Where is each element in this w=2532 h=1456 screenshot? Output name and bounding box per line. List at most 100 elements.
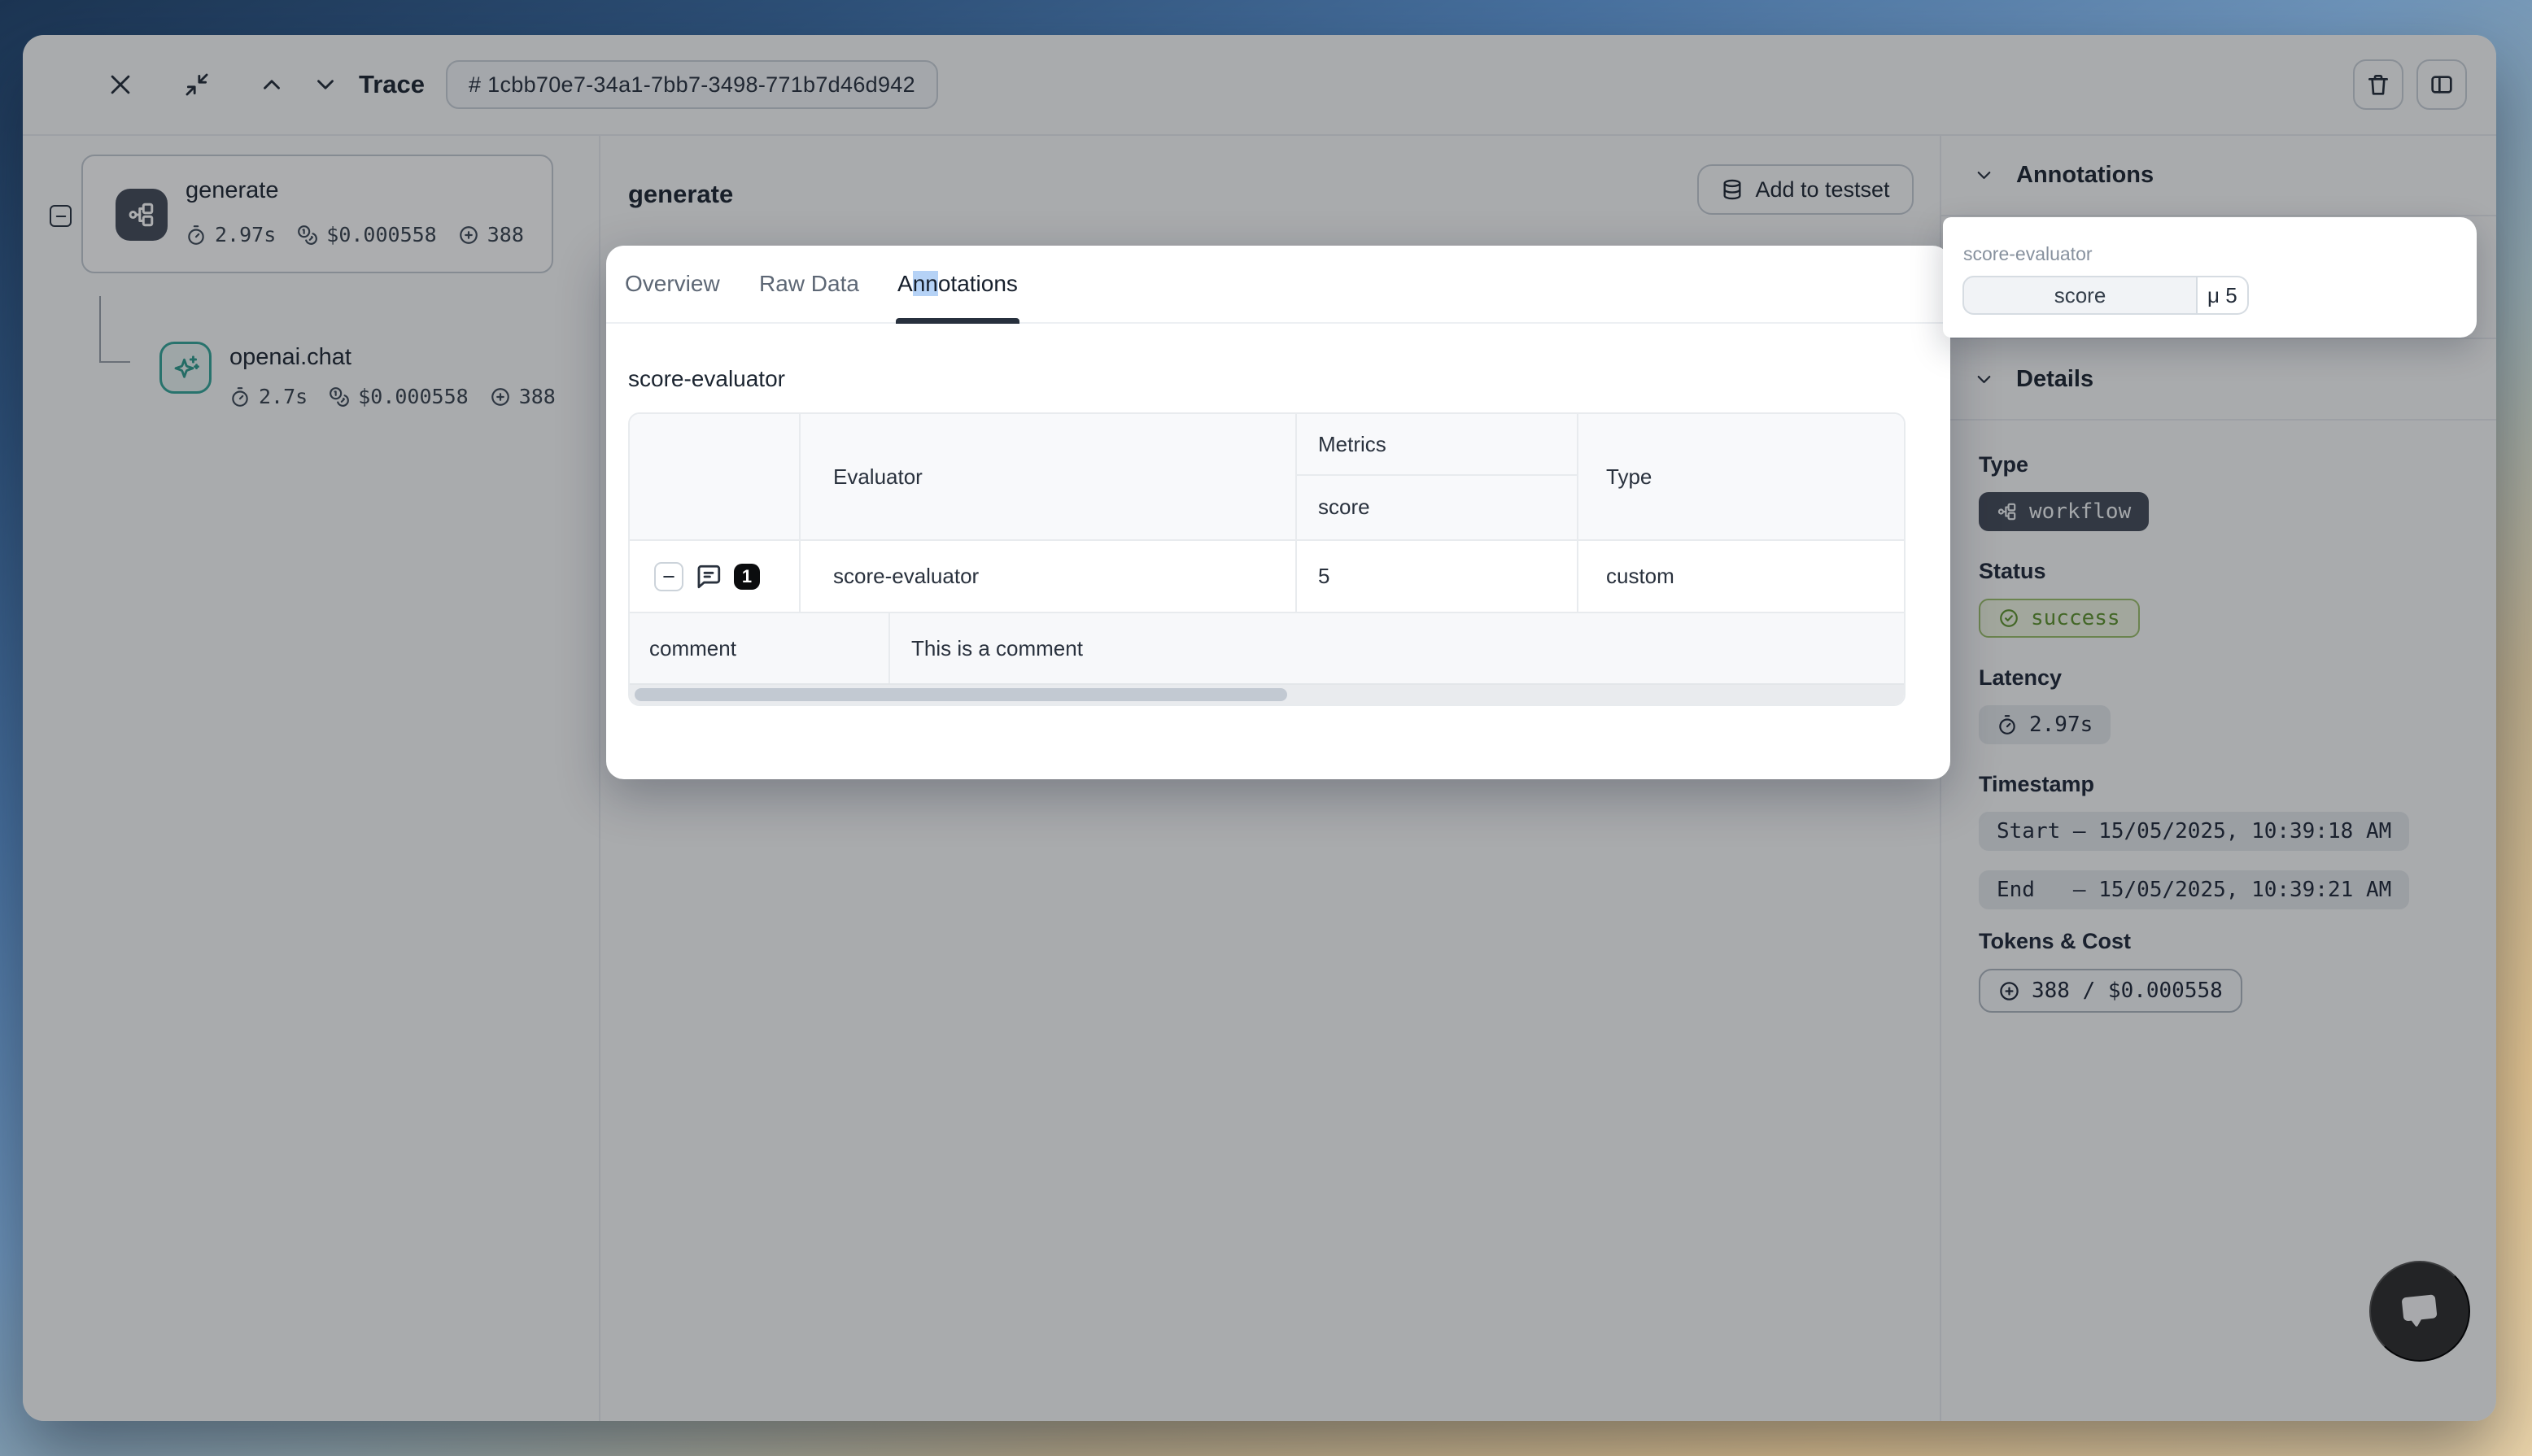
span-cost: $0.000558 [326,223,436,246]
collapse-row-toggle[interactable] [654,562,683,591]
horizontal-scrollbar[interactable] [630,683,1904,704]
header-actions [2353,59,2467,110]
annotation-evaluator-label: score-evaluator [1963,243,2093,265]
delete-trace-button[interactable] [2353,59,2403,110]
plus-circle-icon [1998,980,2020,1002]
prev-span-button[interactable] [253,66,290,103]
tab-annotations-text: A [897,271,913,296]
chat-bubble-icon [2393,1284,2447,1338]
add-to-testset-label: Add to testset [1755,177,1889,203]
status-value: success [2031,606,2120,630]
tab-annotations[interactable]: Annotations [897,271,1018,297]
tokens-cost-badge: 388 / $0.000558 [1979,969,2242,1013]
span-stats: 2.7s $0.000558 388 [229,385,556,408]
next-span-button[interactable] [307,66,344,103]
chevron-down-icon [1973,164,1995,186]
table-header: Evaluator Metrics score Type [630,414,1904,539]
metrics-group-label: Metrics [1297,414,1577,476]
trash-icon [2365,72,2391,98]
annotations-table: Evaluator Metrics score Type 1 score-eva… [628,412,1906,706]
workflow-icon [1997,501,2018,522]
comment-icon[interactable] [695,563,722,591]
details-content: Type workflow Status success Latency 2.9… [1941,421,2496,1013]
plus-circle-icon [490,386,511,408]
span-detail-dialog: Overview Raw Data Annotations score-eval… [606,246,1950,779]
timer-icon [1997,714,2018,735]
collapse-button[interactable] [178,66,216,103]
workflow-icon [116,189,168,241]
panel-layout-icon [2429,72,2455,98]
trace-id-badge: # 1cbb70e7-34a1-7bb7-3498-771b7d46d942 [446,60,938,109]
latency-badge: 2.97s [1979,705,2111,744]
metric-aggregate: μ 5 [2198,276,2249,315]
span-card-generate[interactable]: generate 2.97s $0.000558 388 [81,155,553,273]
add-to-testset-button[interactable]: Add to testset [1697,164,1914,215]
active-tab-indicator [896,318,1019,324]
chevron-down-icon [312,71,339,98]
header-cell-evaluator: Evaluator [801,414,1297,539]
plus-circle-icon [458,225,479,246]
coins-icon [329,386,350,408]
span-latency: 2.97s [215,223,276,246]
comment-value: This is a comment [890,613,1904,683]
comment-row: comment This is a comment [630,612,1904,683]
span-tokens: 388 [519,385,556,408]
chevron-up-icon [258,71,286,98]
span-tokens: 388 [487,223,524,246]
cell-score: 5 [1297,541,1578,612]
header-cell-type: Type [1578,414,1904,539]
evaluator-heading: score-evaluator [628,368,785,390]
tree-connector [99,296,101,363]
close-button[interactable] [102,66,139,103]
tab-annotations-selected-text: nn [913,271,938,296]
timer-icon [186,225,207,246]
minus-icon [54,209,68,224]
annotations-section-title: Annotations [2016,162,2154,189]
span-cost: $0.000558 [358,385,468,408]
metric-name-label: score [1297,476,1577,538]
tree-connector [99,361,130,363]
tab-raw-data[interactable]: Raw Data [759,271,859,297]
tab-bar: Overview Raw Data Annotations [606,246,1950,324]
page-title: Trace [359,70,425,99]
drawer-header: Trace # 1cbb70e7-34a1-7bb7-3498-771b7d46… [23,35,2496,136]
comment-count-badge: 1 [734,564,760,590]
type-label: Type [1979,452,2472,477]
toggle-panel-button[interactable] [2416,59,2467,110]
database-icon [1721,178,1744,201]
trace-tree-panel: generate 2.97s $0.000558 388 openai.chat… [23,136,600,1421]
tab-overview[interactable]: Overview [625,271,720,297]
span-name: generate [186,177,279,204]
minimize-icon [183,71,211,98]
span-detail-title: generate [628,176,733,213]
cell-type: custom [1578,541,1904,612]
tokens-cost-value: 388 / $0.000558 [2032,979,2223,1003]
tokens-cost-label: Tokens & Cost [1979,929,2472,954]
tree-collapse-toggle[interactable] [50,205,72,227]
timer-icon [229,386,251,408]
metric-name: score [1962,276,2198,315]
type-badge: workflow [1979,492,2149,531]
header-cell-metrics: Metrics score [1297,414,1578,539]
status-label: Status [1979,559,2472,584]
tab-annotations-text: otations [938,271,1018,296]
cell-evaluator: score-evaluator [801,541,1297,612]
timestamp-label: Timestamp [1979,772,2472,797]
details-section-header[interactable]: Details [1941,339,2496,421]
scrollbar-thumb[interactable] [635,688,1287,701]
annotations-section-header[interactable]: Annotations [1941,136,2496,216]
timestamp-end-badge: End – 15/05/2025, 10:39:21 AM [1979,870,2409,909]
close-icon [107,71,134,98]
latency-value: 2.97s [2029,713,2093,737]
sparkles-icon[interactable] [159,342,212,394]
chat-fab-button[interactable] [2369,1261,2470,1362]
coins-icon [297,225,318,246]
type-value: workflow [2029,499,2131,524]
comment-key: comment [630,613,890,683]
span-name[interactable]: openai.chat [229,344,351,371]
annotation-summary-card: score-evaluator score μ 5 [1943,217,2477,338]
table-row: 1 score-evaluator 5 custom [630,539,1904,612]
header-cell-empty [630,414,801,539]
span-latency: 2.7s [259,385,308,408]
metric-chip[interactable]: score μ 5 [1962,276,2249,315]
